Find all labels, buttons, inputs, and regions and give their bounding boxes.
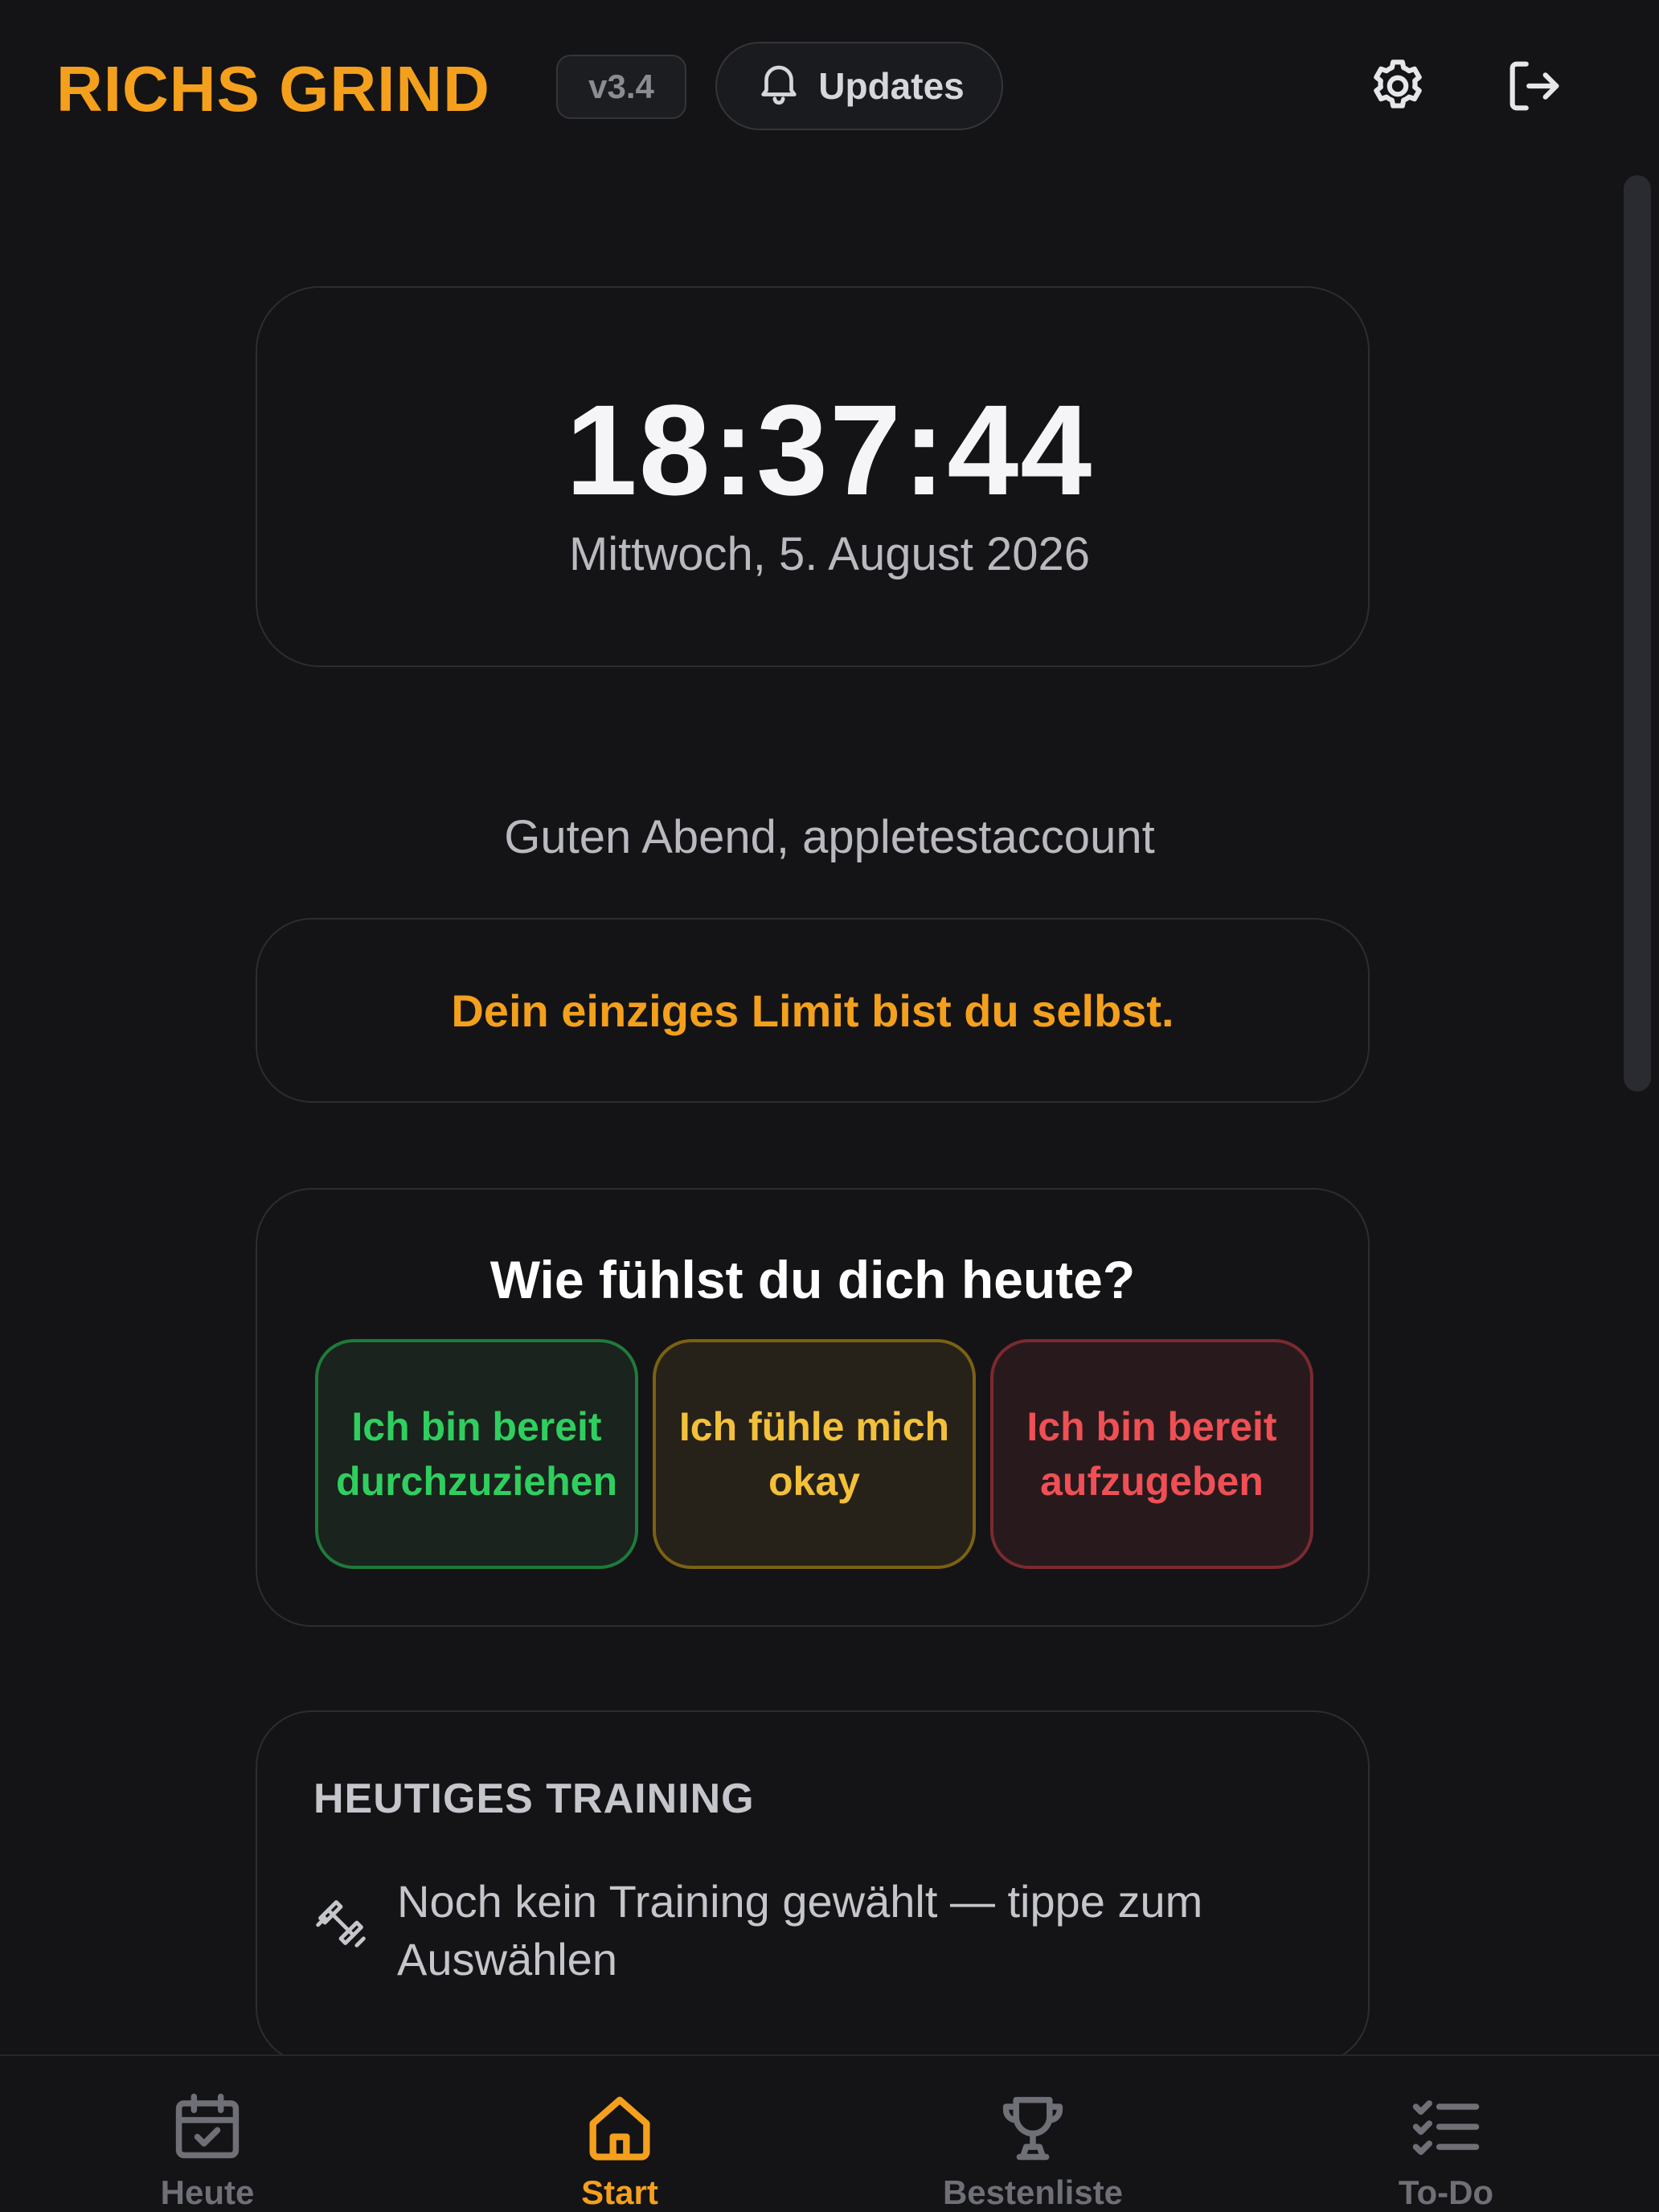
version-badge: v3.4 [556, 55, 686, 119]
bell-icon [754, 57, 804, 116]
app-title: RICHS GRIND [56, 53, 490, 125]
checklist-icon [1406, 2087, 1486, 2167]
training-title: HEUTIGES TRAINING [313, 1776, 755, 1822]
training-placeholder: Noch kein Training gewählt — tippe zum A… [397, 1876, 1203, 1985]
mood-button-give-up[interactable]: Ich bin bereit aufzugeben [990, 1339, 1313, 1569]
mood-button-label: Ich bin bereit durchzuziehen [335, 1404, 618, 1504]
trophy-icon [993, 2087, 1073, 2167]
mood-card: Wie fühlst du dich heute? Ich bin bereit… [256, 1188, 1370, 1627]
mood-button-label: Ich bin bereit aufzugeben [1026, 1404, 1277, 1504]
clock-date: Mittwoch, 5. August 2026 [568, 528, 1091, 580]
nav-label: Start [581, 2173, 658, 2211]
training-select-row[interactable]: Noch kein Training gewählt — tippe zum A… [313, 1873, 1318, 1989]
mood-button-okay[interactable]: Ich fühle mich okay [653, 1339, 976, 1569]
clock-time: 18:37:44 [565, 378, 1094, 522]
nav-item-start[interactable]: Start [499, 2056, 740, 2212]
scrollbar[interactable] [1624, 175, 1651, 1092]
nav-item-bestenliste[interactable]: Bestenliste [912, 2056, 1153, 2212]
mood-title: Wie fühlst du dich heute? [490, 1250, 1136, 1309]
gear-icon[interactable] [1365, 53, 1431, 119]
updates-label: Updates [818, 65, 965, 107]
motivation-quote: Dein einziges Limit bist du selbst. [451, 985, 1174, 1036]
calendar-check-icon [167, 2087, 248, 2167]
mood-button-label: Ich fühle mich okay [678, 1404, 950, 1504]
app-root: RICHS GRIND v3.4 Updates 18:37:44 Mittwo… [0, 0, 1659, 2212]
nav-item-heute[interactable]: Heute [87, 2056, 328, 2212]
updates-button[interactable]: Updates [715, 42, 1003, 130]
dumbbell-icon [313, 1873, 368, 1989]
greeting-text: Guten Abend, appletestaccount [504, 811, 1155, 863]
home-icon [580, 2087, 660, 2167]
logout-icon[interactable] [1501, 53, 1567, 119]
training-card[interactable]: HEUTIGES TRAINING Noch kein Training gew… [256, 1710, 1370, 2064]
nav-label: Heute [160, 2173, 255, 2211]
quote-card: Dein einziges Limit bist du selbst. [256, 918, 1370, 1103]
mood-button-ready[interactable]: Ich bin bereit durchzuziehen [315, 1339, 638, 1569]
nav-item-todo[interactable]: To-Do [1325, 2056, 1567, 2212]
nav-label: Bestenliste [942, 2173, 1124, 2211]
top-header: RICHS GRIND v3.4 Updates [0, 0, 1659, 173]
nav-label: To-Do [1398, 2173, 1494, 2211]
bottom-nav: Heute Start Bestenliste To-Do [0, 2054, 1659, 2212]
